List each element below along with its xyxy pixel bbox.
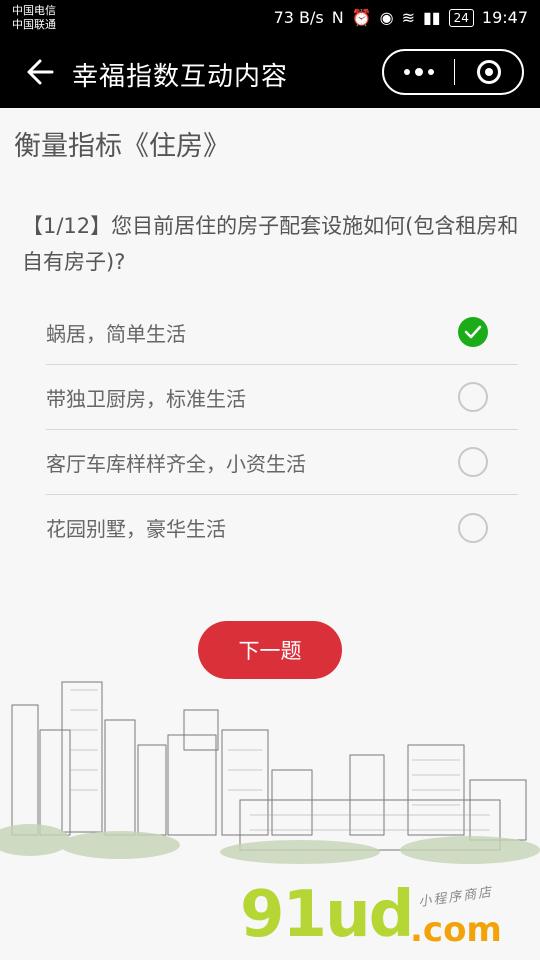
- option-label: 蜗居，简单生活: [46, 321, 186, 346]
- check-circle-icon[interactable]: [458, 317, 488, 347]
- mini-program-capsule: [382, 49, 524, 95]
- more-button[interactable]: [384, 51, 454, 93]
- carrier-info: 中国电信 中国联通: [12, 4, 56, 32]
- more-dots-icon: [404, 69, 410, 75]
- option-item[interactable]: 客厅车库样样齐全，小资生活: [46, 430, 518, 495]
- close-circle-icon: [476, 60, 501, 84]
- carrier-2: 中国联通: [12, 18, 56, 31]
- watermark-domain: .com: [410, 910, 502, 950]
- more-dot-right: [428, 69, 434, 75]
- option-item[interactable]: 花园别墅，豪华生活: [46, 495, 518, 560]
- status-icons: 73 B/s N ⏰ ◉ ≋ ▮▮ 24 19:47: [274, 8, 528, 27]
- nfc-icon: N: [331, 8, 344, 27]
- clock: 19:47: [481, 8, 528, 27]
- nav-bar: 幸福指数互动内容: [0, 38, 540, 108]
- answer-options: 蜗居，简单生活 带独卫厨房，标准生活 客厅车库样样齐全，小资生活 花园别墅，豪华…: [46, 300, 518, 560]
- wifi-icon: ≋: [401, 8, 415, 27]
- more-dot-center: [415, 68, 423, 76]
- watermark-logo: 91ud: [240, 878, 414, 952]
- watermark-tagline: 小程序商店: [417, 884, 494, 911]
- option-label: 客厅车库样样齐全，小资生活: [46, 451, 306, 476]
- option-item[interactable]: 蜗居，简单生活: [46, 300, 518, 365]
- battery-indicator: 24: [448, 8, 474, 27]
- radio-button[interactable]: [458, 382, 488, 412]
- carrier-1: 中国电信: [12, 4, 56, 17]
- signal-icon: ▮▮: [423, 8, 441, 27]
- alarm-icon: ⏰: [351, 8, 372, 27]
- close-button[interactable]: [455, 51, 522, 93]
- status-bar: 中国电信 中国联通 73 B/s N ⏰ ◉ ≋ ▮▮ 24 19:47: [0, 0, 540, 38]
- option-label: 花园别墅，豪华生活: [46, 517, 226, 541]
- watermark: 91ud .com 小程序商店: [240, 880, 540, 960]
- eye-icon: ◉: [379, 8, 394, 27]
- option-item[interactable]: 带独卫厨房，标准生活: [46, 365, 518, 430]
- city-skyline-illustration: [0, 681, 540, 864]
- option-label: 带独卫厨房，标准生活: [46, 386, 246, 411]
- network-speed: 73 B/s: [273, 8, 324, 27]
- section-title: 衡量指标《住房》: [14, 131, 230, 162]
- back-button[interactable]: [20, 52, 60, 92]
- question-text: 【1/12】您目前居住的房子配套设施如何(包含租房和自有房子)?: [22, 214, 519, 274]
- radio-button[interactable]: [458, 447, 488, 477]
- arrow-left-icon: [27, 59, 54, 85]
- radio-button[interactable]: [458, 512, 488, 543]
- page-title: 幸福指数互动内容: [72, 62, 289, 92]
